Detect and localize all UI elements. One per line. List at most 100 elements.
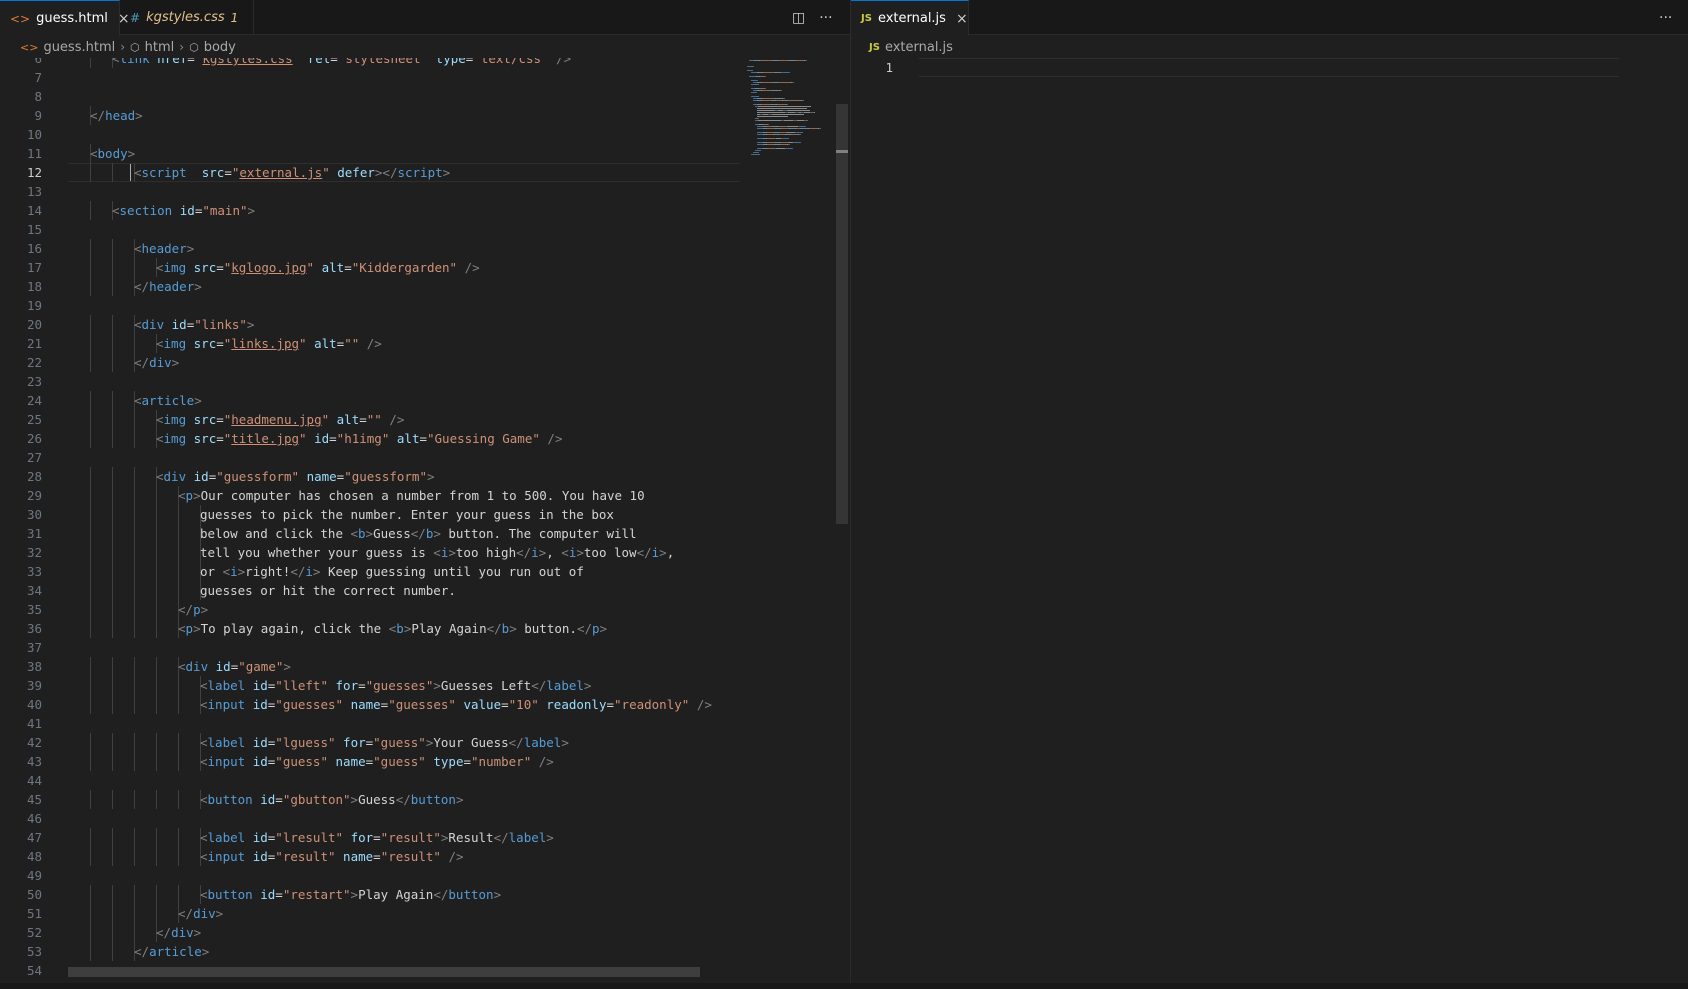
code-token: "guess" [373, 754, 426, 769]
code-token: "readonly" [614, 697, 690, 712]
minimap-token [757, 116, 788, 117]
indent-guide [112, 486, 113, 505]
code-token: input [207, 849, 246, 864]
minimap-token [757, 110, 775, 111]
code-token: id [260, 792, 276, 807]
code-token: id [252, 678, 268, 693]
code-token: = [373, 830, 381, 845]
code-token: > [448, 545, 456, 560]
code-token: Play Again [411, 621, 487, 636]
code-token: To play again, click the [200, 621, 389, 636]
code-token: Keep guessing until you run out of [320, 564, 584, 579]
line-number: 53 [26, 944, 42, 959]
split-editor-icon[interactable]: ◫ [792, 10, 805, 26]
code-editor[interactable]: 6 <link href="kgstyles.css" rel="styleshe… [0, 58, 790, 989]
left-editor-group: <> guess.html × # kgstyles.css 1 ◫ ··· <… [0, 0, 850, 989]
code-token: Guesses Left [440, 678, 532, 693]
code-token: > [583, 678, 592, 693]
minimap-token [763, 100, 771, 101]
code-token: > [135, 108, 143, 123]
breadcrumb-item-html[interactable]: html [145, 40, 175, 55]
code-token: </ [134, 944, 150, 959]
line-number: 36 [26, 621, 42, 636]
indent-guide [134, 562, 135, 581]
code-token: "links" [194, 317, 247, 332]
code-line: 28 <div id="guessform" name="guessform"> [0, 467, 790, 486]
indent-guide [90, 581, 91, 600]
code-token: < [134, 165, 142, 180]
more-actions-icon[interactable]: ··· [1659, 10, 1672, 26]
code-token: /> [448, 849, 464, 864]
code-token: </ [410, 526, 426, 541]
code-token: < [156, 431, 164, 446]
problem-count-badge: 1 [230, 10, 239, 25]
minimap-token [778, 126, 786, 127]
line-number: 46 [26, 811, 42, 826]
code-token: rel [307, 58, 331, 66]
element-icon: ⬡ [130, 40, 140, 54]
minimap[interactable] [745, 58, 835, 178]
tab-guess-html[interactable]: <> guess.html × [0, 0, 130, 36]
line-number: 37 [26, 640, 42, 655]
minimap-token [757, 112, 785, 113]
code-token: "lresult" [275, 830, 344, 845]
horizontal-scrollbar[interactable] [68, 967, 700, 977]
indent-guide [112, 562, 113, 581]
code-token: " [299, 431, 307, 446]
line-number: 25 [26, 412, 42, 427]
tab-label: kgstyles.css [146, 10, 225, 25]
code-token: < [134, 317, 142, 332]
code-line: 33 or <i>right!</i> Keep guessing until y… [0, 562, 790, 581]
code-token: < [90, 146, 98, 161]
code-editor[interactable]: 1 [851, 58, 1688, 989]
code-token: > [193, 925, 202, 940]
indent-guide [156, 733, 157, 752]
indent-guide [90, 524, 91, 543]
close-icon[interactable]: × [956, 11, 968, 27]
breadcrumb-item-body[interactable]: body [204, 40, 236, 55]
code-token: = [330, 58, 338, 66]
code-text: guesses to pick the number. Enter your g… [200, 505, 614, 524]
code-token: < [112, 58, 120, 66]
code-token: < [112, 203, 120, 218]
code-token: " [299, 336, 307, 351]
code-token: " [306, 260, 315, 275]
minimap-token [792, 82, 794, 83]
code-line: 8 [0, 87, 790, 106]
breadcrumb-item-file[interactable]: guess.html [43, 40, 115, 55]
indent-guide [112, 790, 113, 809]
code-token: < [178, 488, 186, 503]
indent-guide [112, 733, 113, 752]
more-actions-icon[interactable]: ··· [819, 10, 832, 26]
minimap-token [763, 90, 771, 91]
code-token: "guesses" [388, 697, 456, 712]
code-text: </div> [156, 923, 201, 942]
breadcrumb-item-file[interactable]: external.js [885, 40, 953, 55]
code-line: 7 [0, 68, 790, 87]
indent-guide [112, 695, 113, 714]
minimap-token [758, 106, 811, 107]
indent-guide [90, 467, 91, 486]
code-text: <script src="external.js" defer></script… [134, 163, 450, 182]
indent-guide [90, 353, 91, 372]
indent-guide [112, 524, 113, 543]
indent-guide [112, 315, 113, 334]
tab-kgstyles-css[interactable]: # kgstyles.css 1 [120, 0, 254, 35]
vertical-scrollbar[interactable] [836, 104, 848, 524]
indent-guide [134, 524, 135, 543]
minimap-token [777, 104, 787, 105]
code-token: /> [556, 58, 572, 66]
code-line: 46 [0, 809, 790, 828]
tab-external-js[interactable]: JS external.js × [851, 0, 969, 36]
code-token: = [373, 849, 381, 864]
minimap-token [767, 144, 774, 145]
code-token: article [141, 393, 195, 408]
line-number: 50 [26, 887, 42, 902]
code-token: </ [178, 906, 194, 921]
code-token: "10" [508, 697, 539, 712]
